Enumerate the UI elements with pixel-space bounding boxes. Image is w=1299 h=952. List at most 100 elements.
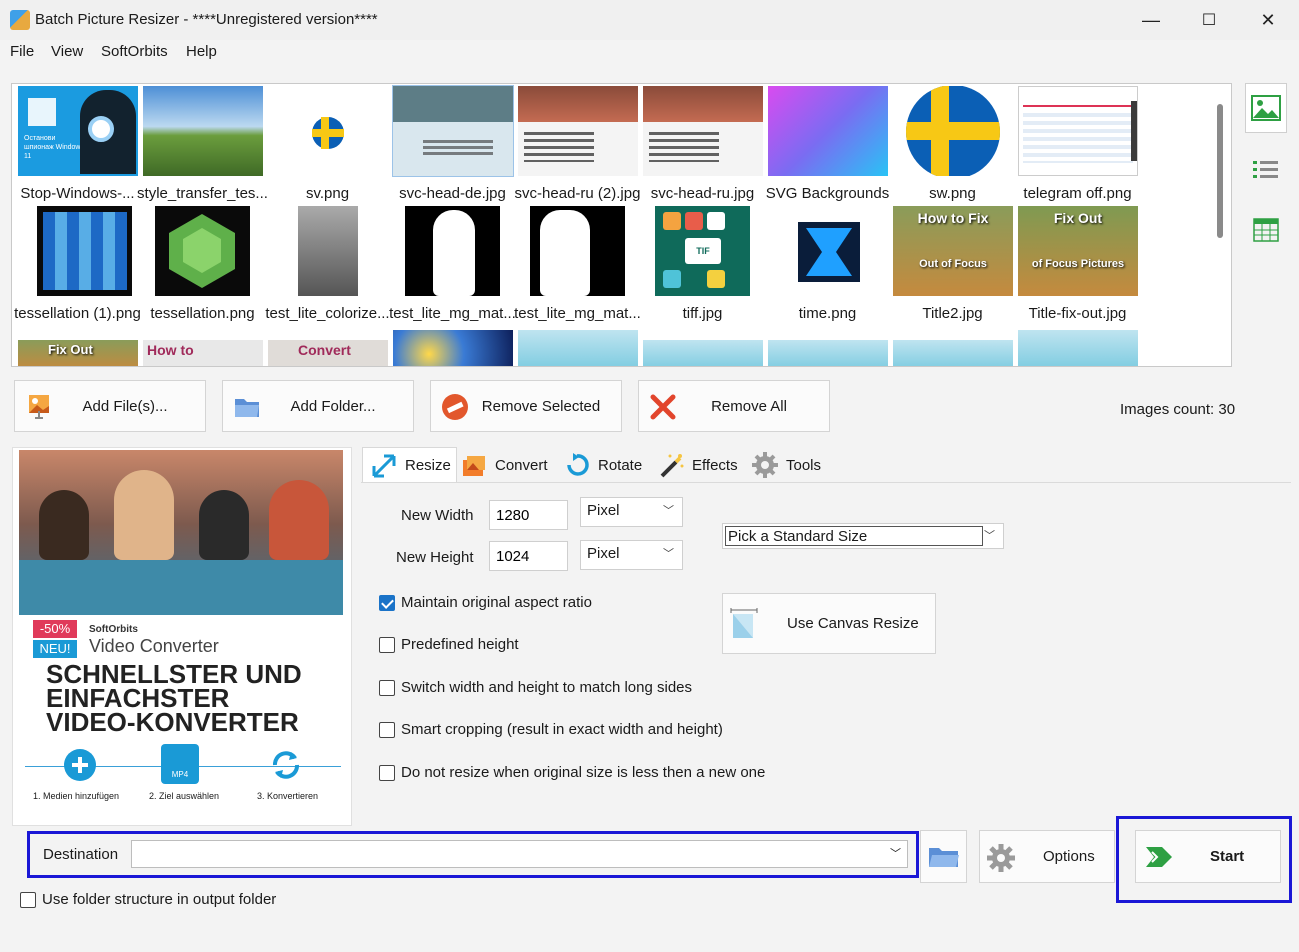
rotate-icon xyxy=(567,453,589,476)
thumbnail-partial[interactable] xyxy=(893,340,1013,366)
promo-headline: SCHNELLSTER UND EINFACHSTER VIDEO-KONVER… xyxy=(46,659,302,737)
thumbnail-item[interactable]: time.png xyxy=(762,204,888,324)
tab-tools[interactable]: Tools xyxy=(752,447,826,483)
thumbnail-item[interactable]: Fix Out of Focus Pictures Title-fix-out.… xyxy=(1012,204,1138,324)
thumbnail-item[interactable]: style_transfer_tes... xyxy=(137,84,268,204)
menu-softorbits[interactable]: SoftOrbits xyxy=(101,43,168,60)
screenshot-thumbnail xyxy=(1018,86,1138,176)
thumbnail-item[interactable]: sv.png xyxy=(262,84,388,204)
video-converter-ru-thumbnail xyxy=(643,86,763,176)
tab-resize[interactable]: Resize xyxy=(362,447,457,483)
menu-view[interactable]: View xyxy=(51,43,83,60)
add-files-button[interactable]: Add File(s)... xyxy=(14,380,206,432)
promo-step-1: 1. Medien hinzufügen xyxy=(33,791,120,801)
checkbox-checked[interactable] xyxy=(379,594,395,611)
fix-out-thumbnail: Fix Out of Focus Pictures xyxy=(1018,206,1138,296)
checkbox[interactable] xyxy=(379,679,395,696)
thumbnail-partial[interactable]: Fix Out xyxy=(18,340,138,366)
image-list[interactable]: Останови шпионаж Windows 11 Stop-Windows… xyxy=(11,83,1232,367)
remove-selected-button[interactable]: Remove Selected xyxy=(430,380,622,432)
add-folder-button[interactable]: Add Folder... xyxy=(222,380,414,432)
thumbnail-item[interactable]: Останови шпионаж Windows 11 Stop-Windows… xyxy=(12,84,138,204)
height-unit-select[interactable]: Pixel ﹀ xyxy=(580,540,683,570)
thumbnail-item[interactable]: svc-head-ru (2).jpg xyxy=(512,84,640,204)
thumbnail-item[interactable]: test_lite_mg_mat... xyxy=(512,204,641,324)
tab-effects[interactable]: Effects xyxy=(658,447,742,483)
destination-input[interactable]: ﹀ xyxy=(131,840,908,868)
thumbnail-item[interactable]: test_lite_colorize... xyxy=(262,204,390,324)
thumbnail-item-selected[interactable]: svc-head-de.jpg xyxy=(387,84,514,204)
minimize-button[interactable]: — xyxy=(1122,0,1180,40)
bw-photo-thumbnail xyxy=(298,206,358,296)
checkbox[interactable] xyxy=(379,636,395,653)
use-folder-structure-checkbox[interactable]: Use folder structure in output folder xyxy=(20,891,276,908)
remove-all-button[interactable]: Remove All xyxy=(638,380,830,432)
refresh-icon xyxy=(273,751,299,779)
use-canvas-resize-button[interactable]: Use Canvas Resize xyxy=(722,593,936,654)
browse-folder-button[interactable] xyxy=(920,830,967,883)
promo-step-3: 3. Konvertieren xyxy=(257,791,319,801)
thumbnail-partial[interactable] xyxy=(768,340,888,366)
thumbnail-item[interactable]: sw.png xyxy=(887,84,1013,204)
maximize-button[interactable]: ☐ xyxy=(1180,0,1238,40)
new-height-label: New Height xyxy=(396,549,474,566)
tab-convert[interactable]: Convert xyxy=(461,447,553,483)
thumbnail-item[interactable]: svc-head-ru.jpg xyxy=(637,84,763,204)
chevron-down-icon: ﹀ xyxy=(890,848,901,860)
menu-file[interactable]: File xyxy=(10,43,34,60)
thumbnail-partial[interactable]: Convert xyxy=(268,340,388,366)
vertical-scrollbar[interactable] xyxy=(1217,104,1223,238)
video-converter-ru-thumbnail xyxy=(518,86,638,176)
do-not-resize-smaller-checkbox[interactable]: Do not resize when original size is less… xyxy=(379,764,765,781)
thumbnail-view-button[interactable] xyxy=(1245,83,1287,133)
plus-icon xyxy=(64,749,96,781)
thumbnail-item[interactable]: test_lite_mg_mat... xyxy=(387,204,516,324)
checkbox[interactable] xyxy=(379,764,395,781)
sweden-flag-thumbnail xyxy=(893,86,1013,179)
app-icon xyxy=(10,10,30,30)
thumbnail-partial[interactable] xyxy=(393,330,513,366)
thumbnail-item[interactable]: TIF tiff.jpg xyxy=(637,204,762,324)
silhouette-thumbnail xyxy=(530,206,625,296)
new-height-input[interactable] xyxy=(489,541,568,571)
checkbox[interactable] xyxy=(20,891,36,908)
thumbnail-item[interactable]: telegram off.png xyxy=(1012,84,1138,204)
thumbnail-item[interactable]: SVG Backgrounds Background coll... xyxy=(762,84,889,222)
switch-width-height-checkbox[interactable]: Switch width and height to match long si… xyxy=(379,679,692,696)
thumbnail-label: test_lite_mg_mat... xyxy=(389,305,516,322)
checkbox[interactable] xyxy=(379,721,395,738)
convert-icon xyxy=(463,456,485,476)
tab-rotate[interactable]: Rotate xyxy=(564,447,648,483)
how-to-fix-thumbnail: How to Fix Out of Focus xyxy=(893,206,1013,296)
table-view-button[interactable] xyxy=(1245,205,1287,255)
new-width-input[interactable] xyxy=(489,500,568,530)
thumbnail-label: test_lite_colorize... xyxy=(265,305,390,322)
thumbnail-item[interactable]: tessellation.png xyxy=(137,204,262,324)
thumbnail-partial[interactable]: How to xyxy=(143,340,263,366)
thumbnail-partial[interactable] xyxy=(643,340,763,366)
options-button[interactable]: Options xyxy=(979,830,1115,883)
maintain-aspect-ratio-checkbox[interactable]: Maintain original aspect ratio xyxy=(379,594,592,611)
predefined-height-checkbox[interactable]: Predefined height xyxy=(379,636,519,653)
menu-help[interactable]: Help xyxy=(186,43,217,60)
title-bar: Batch Picture Resizer - ****Unregistered… xyxy=(0,0,1299,40)
width-unit-select[interactable]: Pixel ﹀ xyxy=(580,497,683,527)
thumbnail-label: Title2.jpg xyxy=(922,305,983,322)
standard-size-select[interactable]: Pick a Standard Size ﹀ xyxy=(722,523,1004,549)
resize-icon xyxy=(372,454,396,477)
close-button[interactable]: ✕ xyxy=(1239,0,1297,40)
thumbnail-partial[interactable] xyxy=(518,330,638,366)
thumbnail-label: tessellation (1).png xyxy=(14,305,141,322)
promo-banner[interactable]: -50% NEU! SoftOrbits Video Converter SCH… xyxy=(12,447,352,826)
list-view-button[interactable] xyxy=(1245,145,1287,195)
chevron-down-icon: ﹀ xyxy=(663,505,674,517)
gear-icon xyxy=(752,452,778,478)
thumbnail-partial[interactable] xyxy=(1018,330,1138,366)
thumbnail-item[interactable]: tessellation (1).png xyxy=(12,204,141,324)
mp4-file-icon: MP4 xyxy=(161,744,199,784)
start-button[interactable]: Start xyxy=(1135,830,1281,883)
images-count: Images count: 30 xyxy=(1120,401,1236,418)
thumbnail-item[interactable]: How to Fix Out of Focus Title2.jpg xyxy=(887,204,1013,324)
smart-cropping-checkbox[interactable]: Smart cropping (result in exact width an… xyxy=(379,721,723,738)
thumbnail-label: time.png xyxy=(798,305,857,322)
